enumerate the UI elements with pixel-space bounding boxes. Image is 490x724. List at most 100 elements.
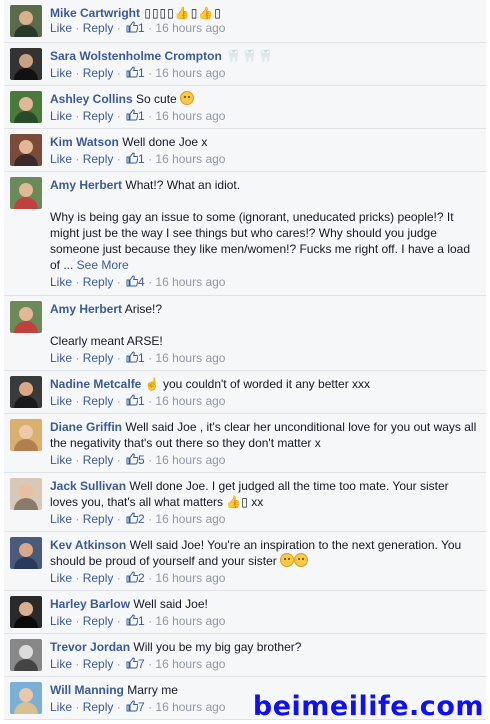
avatar[interactable] [10,376,42,408]
commenter-name[interactable]: Ashley Collins [50,92,133,106]
timestamp[interactable]: 16 hours ago [155,571,225,585]
reply-button[interactable]: Reply [83,109,114,123]
thumbs-up-icon [126,700,139,712]
timestamp[interactable]: 16 hours ago [155,657,225,671]
reply-button[interactable]: Reply [83,614,114,628]
timestamp[interactable]: 16 hours ago [155,394,225,408]
timestamp[interactable]: 16 hours ago [155,21,225,35]
like-button[interactable]: Like [50,512,72,526]
comment-text: So cute [132,92,181,106]
commenter-name[interactable]: Will Manning [50,683,124,697]
reply-button[interactable]: Reply [83,394,114,408]
comment-actions: Like · Reply · 7 · 16 hours ago [50,657,226,671]
thumbs-up-icon [126,453,139,465]
reply-button[interactable]: Reply [83,21,114,35]
see-more-link[interactable]: See More [73,258,129,272]
comment-actions: Like · Reply · 7 · 16 hours ago [50,700,226,714]
timestamp[interactable]: 16 hours ago [155,275,225,289]
like-count[interactable]: 1 [138,394,145,408]
like-button[interactable]: Like [50,351,72,365]
timestamp[interactable]: 16 hours ago [155,614,225,628]
reply-button[interactable]: Reply [83,571,114,585]
avatar[interactable] [10,419,42,451]
comment-actions: Like · Reply · 2 · 16 hours ago [50,571,226,585]
like-count[interactable]: 1 [138,66,145,80]
reply-button[interactable]: Reply [83,512,114,526]
reply-button[interactable]: Reply [83,66,114,80]
reply-button[interactable]: Reply [83,152,114,166]
like-button[interactable]: Like [50,21,72,35]
commenter-name[interactable]: Kim Watson [50,135,119,149]
like-button[interactable]: Like [50,152,72,166]
like-count[interactable]: 1 [138,152,145,166]
avatar[interactable] [10,177,42,209]
timestamp[interactable]: 16 hours ago [155,66,225,80]
commenter-name[interactable]: Mike Cartwright [50,6,140,20]
smiling-face-icon [280,553,295,567]
like-count[interactable]: 7 [138,657,145,671]
like-count[interactable]: 2 [138,571,145,585]
like-count[interactable]: 7 [138,700,145,714]
like-button[interactable]: Like [50,275,72,289]
commenter-name[interactable]: Sara Wolstenholme Crompton [50,49,222,63]
timestamp[interactable]: 16 hours ago [155,152,225,166]
commenter-name[interactable]: Jack Sullivan [50,479,126,493]
timestamp[interactable]: 16 hours ago [155,700,225,714]
like-count[interactable]: 1 [138,614,145,628]
commenter-name[interactable]: Harley Barlow [50,597,130,611]
like-count[interactable]: 4 [138,275,145,289]
timestamp[interactable]: 16 hours ago [155,109,225,123]
reply-button[interactable]: Reply [83,351,114,365]
comment-text: 🦷🦷🦷 [221,49,274,63]
reply-button[interactable]: Reply [83,657,114,671]
thumbs-up-icon [126,571,139,583]
comment: Amy Herbert What!? What an idiot. Why is… [4,172,486,296]
like-button[interactable]: Like [50,657,72,671]
like-count[interactable]: 1 [138,109,145,123]
commenter-name[interactable]: Diane Griffin [50,420,122,434]
thumbs-up-icon [126,66,139,78]
timestamp[interactable]: 16 hours ago [155,453,225,467]
thumbs-up-icon [126,109,139,121]
comment-actions: Like · Reply · 1 · 16 hours ago [50,351,226,365]
comment-text: ☝ you couldn't of worded it any better x… [141,377,371,391]
like-button[interactable]: Like [50,700,72,714]
thumbs-up-icon [126,614,139,626]
avatar[interactable] [10,682,42,714]
avatar[interactable] [10,91,42,123]
avatar[interactable] [10,5,42,37]
like-button[interactable]: Like [50,66,72,80]
avatar[interactable] [10,537,42,569]
like-button[interactable]: Like [50,571,72,585]
commenter-name[interactable]: Kev Atkinson [50,538,126,552]
commenter-name[interactable]: Trevor Jordan [50,640,130,654]
avatar[interactable] [10,48,42,80]
commenter-name[interactable]: Nadine Metcalfe [50,377,141,391]
timestamp[interactable]: 16 hours ago [155,351,225,365]
watermark: beimeilife.com [252,691,484,722]
avatar[interactable] [10,478,42,510]
reply-button[interactable]: Reply [83,275,114,289]
comment-actions: Like · Reply · 1 · 16 hours ago [50,152,226,166]
commenter-name[interactable]: Amy Herbert [50,178,122,192]
reply-button[interactable]: Reply [83,453,114,467]
like-count[interactable]: 1 [138,21,145,35]
comment-paragraph: Clearly meant ARSE! [50,334,163,348]
like-count[interactable]: 2 [138,512,145,526]
like-button[interactable]: Like [50,394,72,408]
reply-button[interactable]: Reply [83,700,114,714]
like-button[interactable]: Like [50,614,72,628]
like-button[interactable]: Like [50,109,72,123]
thumbs-up-icon [126,21,139,33]
avatar[interactable] [10,639,42,671]
like-count[interactable]: 1 [138,351,145,365]
avatar[interactable] [10,134,42,166]
commenter-name[interactable]: Amy Herbert [50,302,122,316]
avatar[interactable] [10,596,42,628]
smiling-face-icon [294,553,309,567]
timestamp[interactable]: 16 hours ago [155,512,225,526]
like-button[interactable]: Like [50,453,72,467]
avatar[interactable] [10,301,42,333]
like-count[interactable]: 5 [138,453,145,467]
thumbs-up-icon [126,394,139,406]
